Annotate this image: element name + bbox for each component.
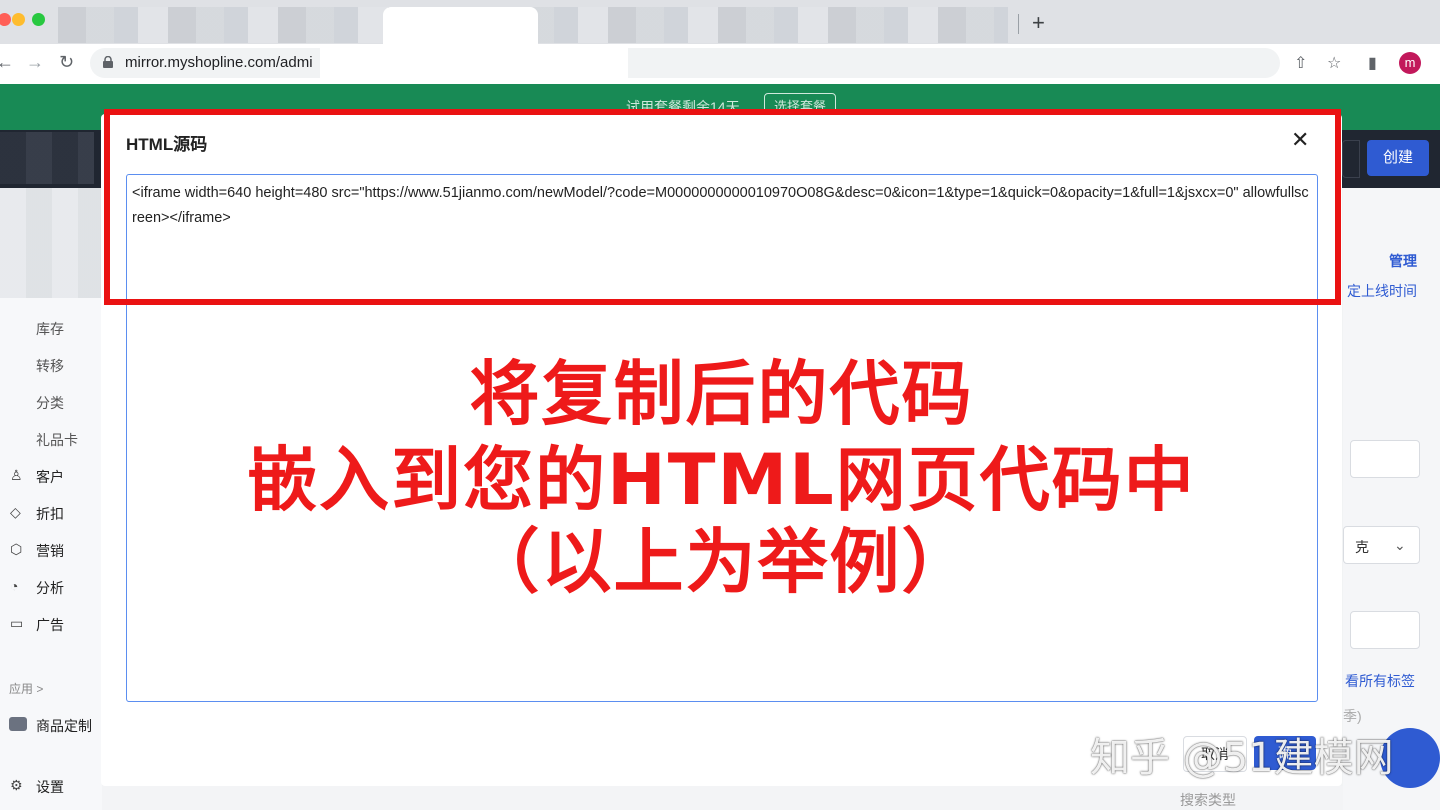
view-all-tags-link[interactable]: 看所有标签 <box>1345 671 1415 691</box>
manage-link[interactable]: 管理 <box>1389 251 1417 271</box>
app-icon <box>9 717 27 731</box>
weight-unit-value: 克 <box>1355 539 1369 555</box>
header-secondary-button[interactable] <box>1342 140 1360 178</box>
zhihu-watermark: 知乎 @51建模网 <box>1090 735 1394 781</box>
create-button[interactable]: 创建 <box>1367 140 1429 176</box>
forward-arrow-icon[interactable]: → <box>26 52 44 73</box>
chart-icon: ◔ <box>10 578 19 594</box>
tag-icon: ◇ <box>10 504 21 520</box>
back-arrow-icon[interactable]: ← <box>0 52 14 73</box>
profile-avatar[interactable]: m <box>1399 52 1421 74</box>
settings-icon: ⚙ <box>10 777 23 793</box>
sidebar-section-apps[interactable]: 应用 > <box>9 680 43 697</box>
user-icon: ♙ <box>10 467 23 483</box>
monitor-icon: ▭ <box>10 615 24 631</box>
sidebar-item-inventory[interactable]: 库存 <box>36 319 64 339</box>
side-panel-icon[interactable]: ▮ <box>1368 53 1377 73</box>
sidebar-item-product-customization[interactable]: 商品定制 <box>36 716 92 736</box>
sidebar-item-customers[interactable]: 客户 <box>36 467 64 487</box>
annotation-line-3: （以上为举例） <box>469 521 974 603</box>
search-type-select[interactable]: 搜索类型 <box>1180 790 1236 810</box>
active-tab[interactable] <box>383 7 538 44</box>
right-input-2[interactable] <box>1350 611 1420 649</box>
sidebar-item-discounts[interactable]: 折扣 <box>36 504 64 524</box>
share-icon[interactable]: ⇧ <box>1294 53 1307 73</box>
season-hint: 季) <box>1343 708 1362 724</box>
sidebar-item-marketing[interactable]: 营销 <box>36 541 64 561</box>
cube-icon: ⬡ <box>10 541 23 557</box>
plus-icon[interactable]: + <box>1032 10 1045 36</box>
tab-separator <box>1018 14 1019 34</box>
minimize-window-button[interactable] <box>12 13 25 26</box>
highlight-box <box>104 109 1341 305</box>
lock-icon <box>103 56 113 68</box>
bottom-strip <box>102 786 1343 810</box>
bookmark-star-icon[interactable]: ☆ <box>1327 53 1341 73</box>
maximize-window-button[interactable] <box>32 13 45 26</box>
sidebar-item-transfer[interactable]: 转移 <box>36 356 64 376</box>
right-input-1[interactable] <box>1350 440 1420 478</box>
sidebar-item-category[interactable]: 分类 <box>36 393 64 413</box>
blurred-logo <box>0 132 94 184</box>
blurred-sidebar-items <box>0 188 102 298</box>
chevron-down-icon: ⌄ <box>1394 537 1406 553</box>
sidebar-item-ads[interactable]: 广告 <box>36 615 64 635</box>
schedule-link[interactable]: 定上线时间 <box>1347 281 1417 301</box>
sidebar-item-gift-card[interactable]: 礼品卡 <box>36 430 78 450</box>
sidebar-item-settings[interactable]: 设置 <box>36 777 64 797</box>
url-text[interactable]: mirror.myshopline.com/admi <box>125 54 313 71</box>
reload-icon[interactable]: ↻ <box>59 52 74 73</box>
sidebar-item-analytics[interactable]: 分析 <box>36 578 64 598</box>
